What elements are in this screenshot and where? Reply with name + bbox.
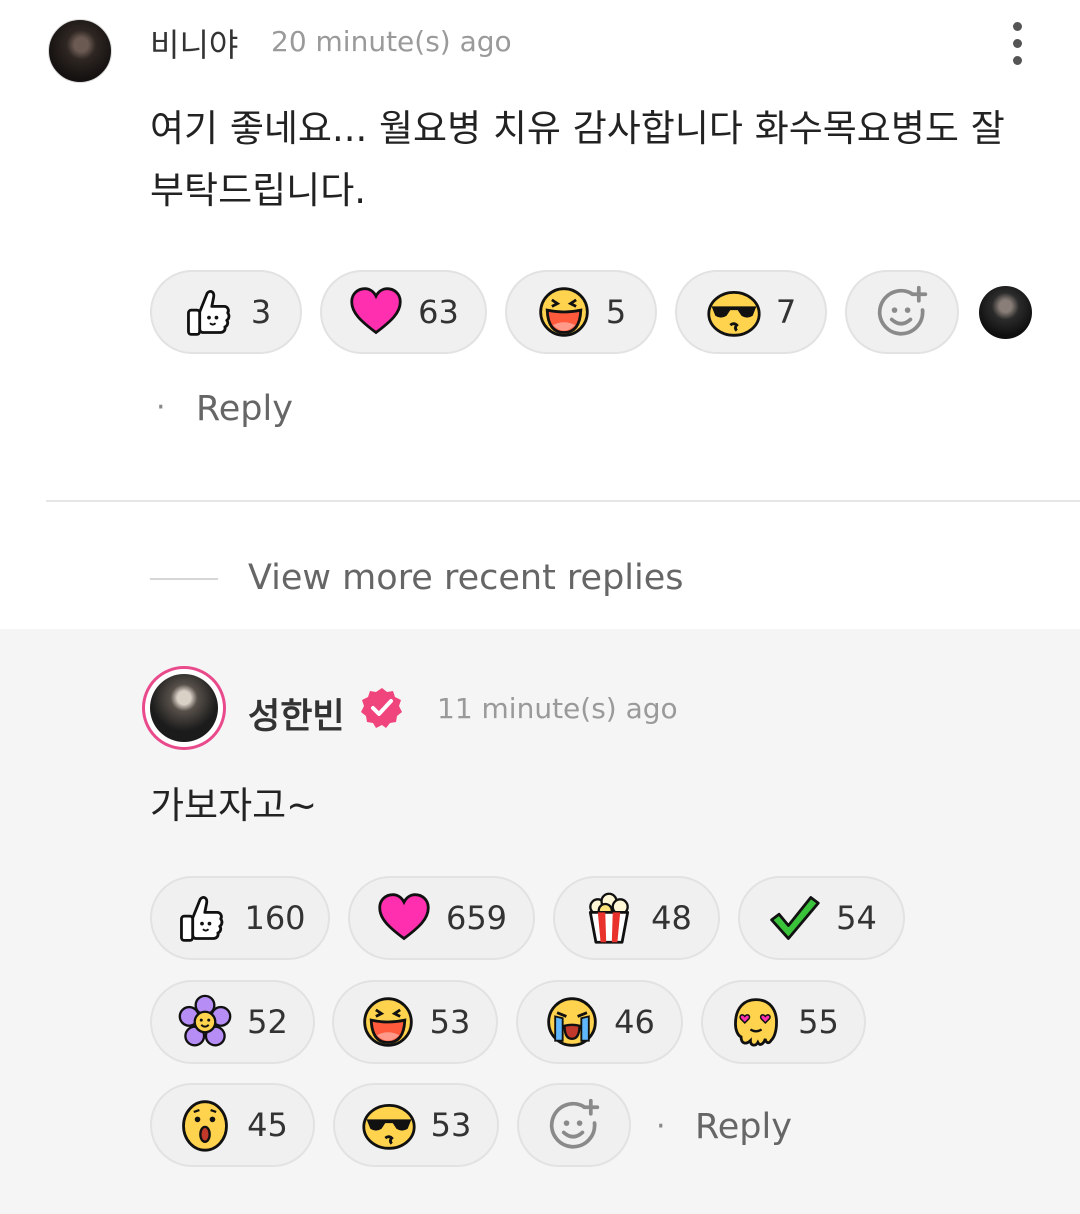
- reaction-heart[interactable]: 63: [320, 270, 487, 354]
- add-reaction-button[interactable]: [845, 270, 959, 354]
- reaction-laughing[interactable]: 53: [332, 980, 498, 1064]
- reacted-user-avatar[interactable]: [979, 286, 1032, 339]
- reaction-count: 7: [775, 293, 797, 331]
- reaction-count: 46: [614, 1003, 655, 1041]
- heart-icon: [378, 893, 430, 941]
- reaction-count: 53: [430, 1106, 472, 1144]
- reply-separator: ·: [656, 1109, 666, 1144]
- comment-author[interactable]: 비니야: [150, 20, 238, 66]
- comment-text: 여기 좋네요... 월요병 치유 감사합니다 화수목요병도 잘 부탁드립니다.: [150, 107, 1005, 212]
- reaction-checkmark[interactable]: 54: [738, 876, 905, 960]
- reaction-count: 5: [605, 293, 627, 331]
- reaction-count: 659: [445, 899, 508, 937]
- reaction-count: 53: [429, 1003, 471, 1041]
- more-options-icon[interactable]: [1000, 22, 1034, 76]
- reaction-crying[interactable]: 46: [516, 980, 683, 1064]
- reaction-count: 3: [250, 293, 272, 331]
- reaction-melting-love[interactable]: 55: [701, 980, 866, 1064]
- reaction-thumbs-up[interactable]: 160: [150, 876, 330, 960]
- thumbs-up-icon: [186, 290, 231, 336]
- reaction-thumbs-up[interactable]: 3: [150, 270, 302, 354]
- laughing-face-icon: [362, 997, 413, 1047]
- divider: [46, 500, 1080, 502]
- avatar[interactable]: [142, 666, 226, 750]
- reply-separator: ·: [156, 390, 166, 425]
- comment-timestamp: 11 minute(s) ago: [437, 692, 678, 725]
- reaction-sunglasses[interactable]: 53: [333, 1083, 499, 1167]
- reply-button[interactable]: Reply: [196, 389, 293, 429]
- divider: [150, 578, 218, 580]
- reaction-count: 55: [798, 1003, 839, 1041]
- reaction-laughing[interactable]: 5: [505, 270, 657, 354]
- reaction-sunglasses[interactable]: 7: [675, 270, 827, 354]
- reaction-heart[interactable]: 659: [348, 876, 535, 960]
- flower-icon: [178, 994, 232, 1047]
- checkmark-icon: [770, 896, 820, 940]
- comment-timestamp: 20 minute(s) ago: [271, 25, 512, 58]
- popcorn-icon: [589, 892, 630, 944]
- verified-badge-icon: [361, 688, 402, 728]
- reaction-count: 160: [244, 899, 306, 937]
- add-emoji-icon: [549, 1098, 600, 1149]
- reaction-count: 54: [836, 899, 877, 937]
- avatar[interactable]: [48, 19, 112, 83]
- melting-love-face-icon: [734, 998, 779, 1047]
- heart-icon: [350, 287, 402, 335]
- reaction-count: 45: [247, 1106, 288, 1144]
- sunglasses-kiss-face-icon: [707, 291, 761, 337]
- comment-text: 가보자고~: [150, 784, 318, 827]
- thumbs-up-icon: [180, 896, 224, 942]
- crying-face-icon: [547, 997, 597, 1047]
- reaction-surprised[interactable]: 45: [150, 1083, 315, 1167]
- add-reaction-button[interactable]: [517, 1083, 631, 1167]
- reaction-count: 63: [418, 293, 459, 331]
- add-emoji-icon: [877, 285, 928, 336]
- reaction-popcorn[interactable]: 48: [553, 876, 720, 960]
- view-more-replies-button[interactable]: View more recent replies: [248, 558, 684, 598]
- sunglasses-kiss-face-icon: [362, 1104, 416, 1150]
- reaction-count: 48: [651, 899, 692, 937]
- comment-author[interactable]: 성한빈: [248, 688, 345, 739]
- reaction-count: 52: [247, 1003, 288, 1041]
- surprised-face-icon: [182, 1100, 229, 1152]
- reply-button[interactable]: Reply: [695, 1107, 792, 1147]
- reaction-flower[interactable]: 52: [150, 980, 315, 1064]
- laughing-face-icon: [539, 287, 589, 337]
